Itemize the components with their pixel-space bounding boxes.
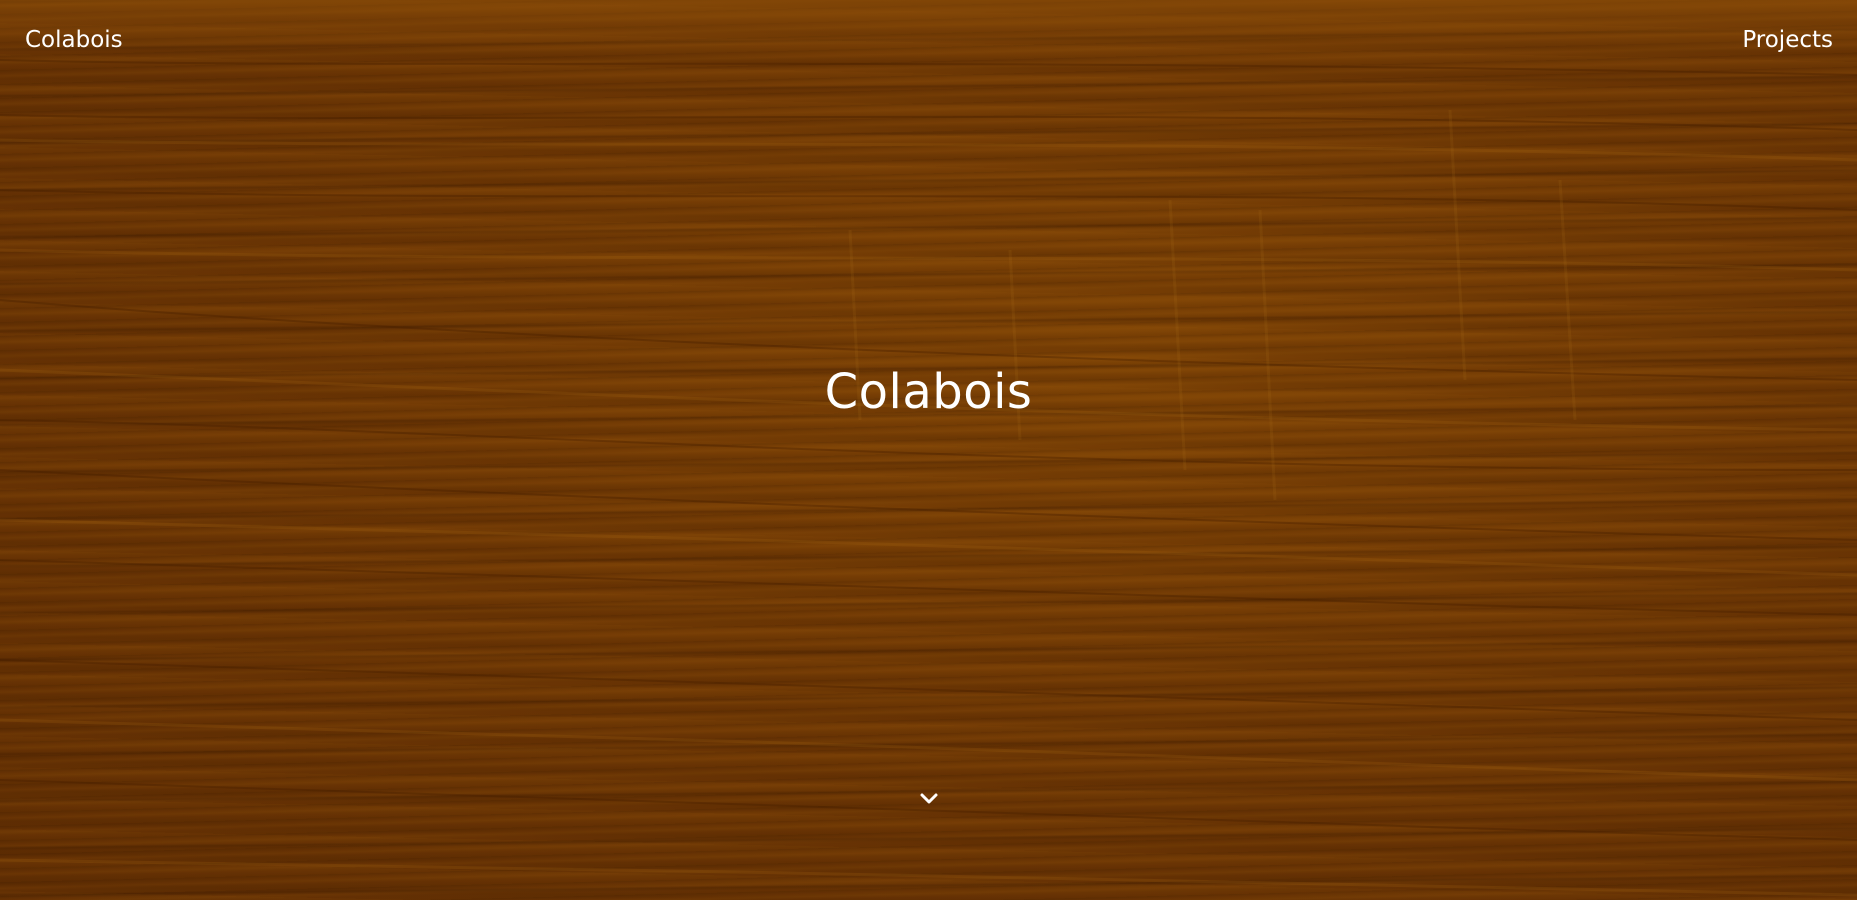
chevron-down-icon xyxy=(920,793,938,804)
nav-link-projects[interactable]: Projects xyxy=(1742,26,1833,54)
hero-title: Colabois xyxy=(824,364,1033,420)
wood-grain-texture xyxy=(0,0,1857,900)
scroll-down-button[interactable] xyxy=(916,786,942,812)
nav-brand-link[interactable]: Colabois xyxy=(25,26,123,54)
hero-background xyxy=(0,0,1857,900)
